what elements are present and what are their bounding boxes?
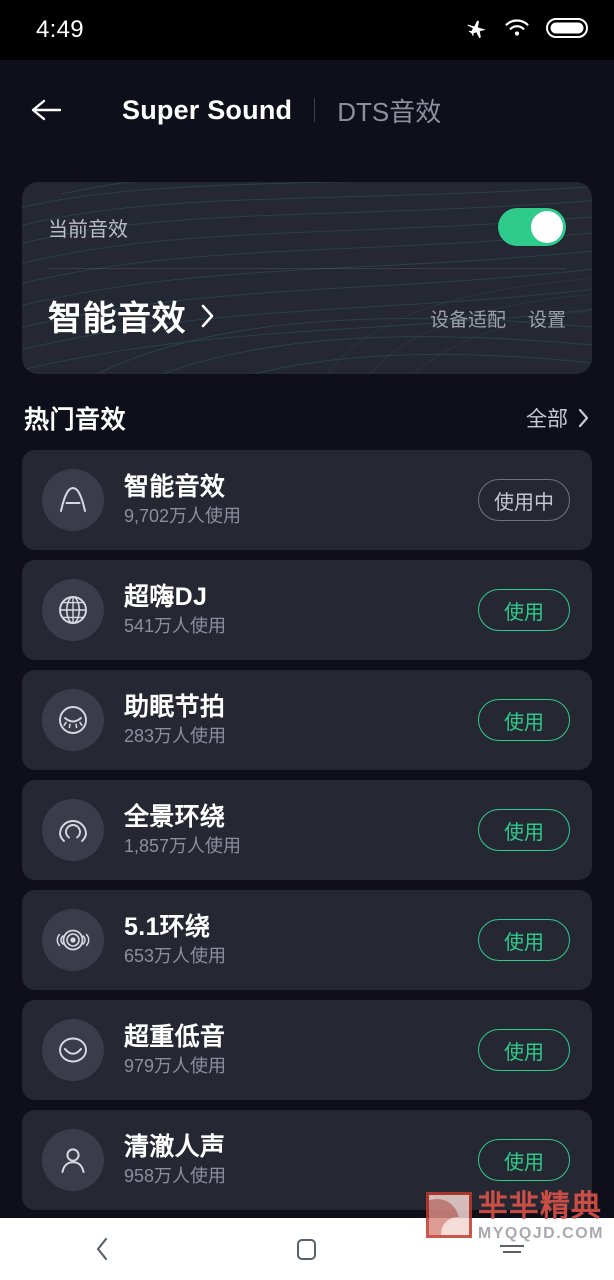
main-content: 当前音效 智能音效 设备适配 设置 热门音效 全部 智能音效 9,702万人使用… (0, 182, 614, 1210)
effect-name: 全景环绕 (124, 803, 226, 832)
list-item[interactable]: 超嗨DJ 541万人使用 使用 (22, 560, 592, 660)
current-effect-label: 当前音效 (48, 218, 128, 241)
chevron-right-icon (578, 408, 589, 428)
list-item[interactable]: 助眠节拍 283万人使用 使用 (22, 670, 592, 770)
title-divider (314, 98, 316, 122)
section-title: 热门音效 (24, 406, 127, 434)
effect-action-button[interactable]: 使用 (478, 809, 570, 851)
current-effect-name: 智能音效 (48, 300, 186, 338)
card-actions: 设备适配 设置 (430, 305, 566, 340)
nav-back-icon (97, 1237, 108, 1261)
current-effect-card[interactable]: 当前音效 智能音效 设备适配 设置 (22, 182, 592, 374)
view-all-label: 全部 (526, 408, 568, 431)
wifi-icon (504, 17, 530, 44)
status-icons (464, 16, 588, 45)
nav-recents-icon (499, 1244, 524, 1254)
effect-name: 助眠节拍 (124, 693, 226, 722)
list-item[interactable]: 智能音效 9,702万人使用 使用中 (22, 450, 592, 550)
header-titles: Super Sound DTS音效 (122, 92, 441, 129)
effect-name: 5.1环绕 (124, 913, 211, 942)
person-vocal-icon (42, 1129, 104, 1191)
panoramic-surround-icon (42, 799, 104, 861)
sleeping-face-icon (42, 689, 104, 751)
nav-home-icon (297, 1238, 317, 1260)
list-item[interactable]: 清澈人声 958万人使用 使用 (22, 1110, 592, 1210)
effect-users: 541万人使用 (124, 615, 227, 636)
system-nav-bar (0, 1218, 614, 1280)
settings-button[interactable]: 设置 (528, 305, 566, 332)
effect-action-button[interactable]: 使用 (478, 589, 570, 631)
list-item-text: 助眠节拍 283万人使用 (124, 693, 478, 747)
effect-users: 9,702万人使用 (124, 505, 242, 526)
list-item-text: 5.1环绕 653万人使用 (124, 913, 478, 967)
toggle-knob (531, 211, 563, 243)
effects-list: 智能音效 9,702万人使用 使用中 超嗨DJ 541万人使用 使用 助眠节拍 … (22, 450, 592, 1210)
list-item-text: 超重低音 979万人使用 (124, 1023, 478, 1077)
view-all-button[interactable]: 全部 (526, 403, 590, 433)
effect-action-button[interactable]: 使用 (478, 1029, 570, 1071)
status-bar: 4:49 (0, 0, 614, 60)
effect-users: 979万人使用 (124, 1055, 227, 1076)
list-item-text: 超嗨DJ 541万人使用 (124, 583, 478, 637)
current-effect-selector[interactable]: 智能音效 (48, 291, 216, 340)
globe-disco-icon (42, 579, 104, 641)
effect-action-button[interactable]: 使用中 (478, 479, 570, 521)
tab-dts[interactable]: DTS音效 (337, 92, 441, 129)
card-bottom-row: 智能音效 设备适配 设置 (22, 269, 592, 340)
device-adapt-button[interactable]: 设备适配 (430, 305, 506, 332)
effect-name: 智能音效 (124, 473, 226, 502)
effect-users: 653万人使用 (124, 945, 227, 966)
page-title: Super Sound (122, 94, 293, 125)
smart-sound-arch-icon (42, 469, 104, 531)
airplane-mode-icon (464, 16, 488, 45)
effect-name: 清澈人声 (124, 1133, 226, 1162)
surround-speaker-icon (42, 909, 104, 971)
effect-users: 283万人使用 (124, 725, 227, 746)
app-header: Super Sound DTS音效 (0, 60, 614, 160)
popular-effects-header: 热门音效 全部 (24, 400, 590, 436)
effect-action-button[interactable]: 使用 (478, 1139, 570, 1181)
status-time: 4:49 (36, 16, 84, 43)
effect-action-button[interactable]: 使用 (478, 699, 570, 741)
nav-home-button[interactable] (272, 1226, 342, 1272)
effect-name: 超重低音 (124, 1023, 226, 1052)
effect-users: 1,857万人使用 (124, 835, 242, 856)
card-top-row: 当前音效 (22, 182, 592, 246)
arrow-left-icon (31, 99, 62, 121)
list-item[interactable]: 超重低音 979万人使用 使用 (22, 1000, 592, 1100)
bass-smile-icon (42, 1019, 104, 1081)
list-item-text: 全景环绕 1,857万人使用 (124, 803, 478, 857)
chevron-right-icon (201, 304, 214, 327)
sound-effect-toggle[interactable] (498, 208, 566, 246)
effect-action-button[interactable]: 使用 (478, 919, 570, 961)
effect-name: 超嗨DJ (124, 583, 208, 612)
nav-back-button[interactable] (67, 1226, 137, 1272)
list-item[interactable]: 全景环绕 1,857万人使用 使用 (22, 780, 592, 880)
back-button[interactable] (18, 82, 74, 138)
list-item[interactable]: 5.1环绕 653万人使用 使用 (22, 890, 592, 990)
list-item-text: 智能音效 9,702万人使用 (124, 473, 478, 527)
list-item-text: 清澈人声 958万人使用 (124, 1133, 478, 1187)
effect-users: 958万人使用 (124, 1165, 227, 1186)
nav-recents-button[interactable] (477, 1226, 547, 1272)
battery-icon (546, 17, 588, 44)
